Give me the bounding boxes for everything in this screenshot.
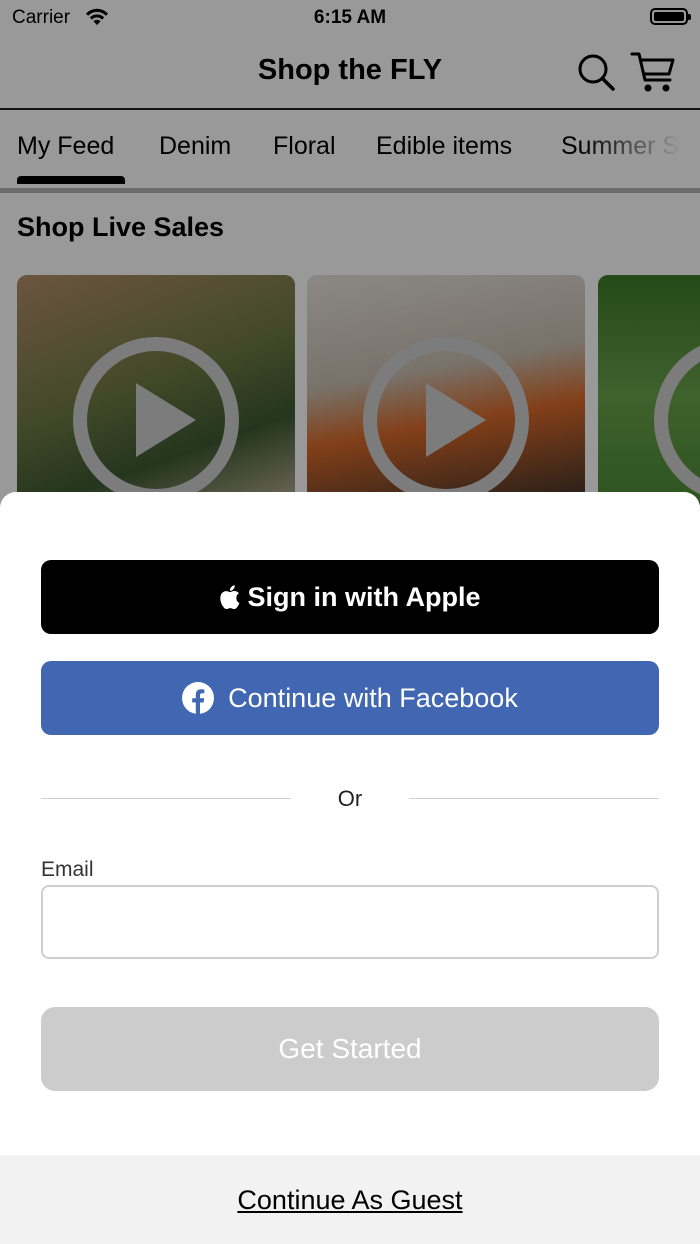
continue-with-facebook-button[interactable]: Continue with Facebook [41,661,659,735]
facebook-icon [182,682,215,714]
get-started-button[interactable]: Get Started [41,1007,659,1091]
guest-bar: Continue As Guest [0,1155,700,1244]
or-label: Or [337,786,363,811]
email-label: Email [41,858,94,881]
apple-icon [219,585,239,609]
divider-line-right [409,798,659,799]
continue-as-guest-link[interactable]: Continue As Guest [0,1185,700,1216]
sign-in-sheet: Sign in with Apple Continue with Faceboo… [0,492,700,1244]
or-divider: Or [41,784,659,814]
email-field[interactable] [41,885,659,959]
facebook-button-label: Continue with Facebook [228,682,518,713]
apple-button-label: Sign in with Apple [247,581,481,612]
sign-in-with-apple-button[interactable]: Sign in with Apple [41,560,659,634]
